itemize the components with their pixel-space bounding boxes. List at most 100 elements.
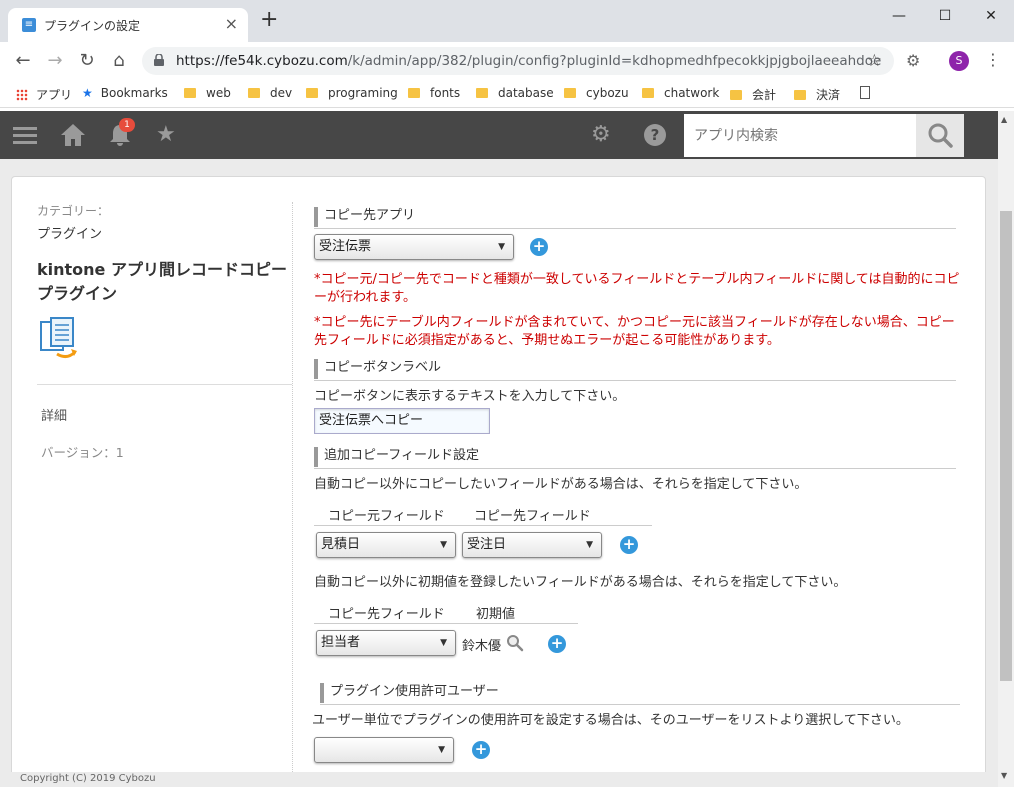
favorite-star-icon[interactable]: ★	[156, 123, 176, 147]
section-permission-title: プラグイン使用許可ユーザー	[320, 681, 960, 705]
search-button[interactable]	[916, 114, 964, 157]
dropdown-arrow-icon: ▼	[586, 540, 593, 550]
folder-icon	[730, 90, 742, 100]
column-target-field: コピー先フィールド	[474, 509, 591, 524]
browser-titlebar: ≡ プラグインの設定 × + — ☐ ✕	[0, 0, 1014, 42]
copyright-text: Copyright (C) 2019 Cybozu	[20, 773, 156, 784]
dropdown-arrow-icon: ▼	[498, 242, 505, 252]
app-search-input[interactable]	[684, 114, 916, 157]
apps-grid-icon	[16, 89, 28, 101]
category-value: プラグイン	[37, 227, 103, 242]
user-search-icon[interactable]	[506, 634, 524, 652]
bookmark-cybozu[interactable]: cybozu	[564, 86, 629, 100]
browser-menu-icon[interactable]: ⋮	[985, 50, 1001, 69]
notification-badge: 1	[119, 118, 135, 132]
plugin-settings-panel: カテゴリー： プラグイン kintone アプリ間レコードコピープラグイン 詳細…	[11, 176, 986, 776]
bookmarks-bar: アプリ ★ Bookmarks web dev programing fonts …	[0, 80, 1014, 108]
detail-link[interactable]: 詳細	[41, 405, 292, 424]
scroll-up-icon[interactable]: ▲	[1001, 115, 1007, 124]
warning-auto-copy: *コピー元/コピー先でコードと種類が一致しているフィールドとテーブル内フィールド…	[314, 272, 960, 305]
hamburger-menu-icon[interactable]	[13, 123, 37, 148]
back-arrow-icon[interactable]: ←	[12, 50, 34, 72]
new-tab-icon[interactable]: +	[260, 9, 278, 31]
bookmark-database[interactable]: database	[476, 86, 554, 100]
add-field-mapping-button[interactable]: +	[620, 536, 638, 554]
address-bar[interactable]: https://fe54k.cybozu.com/k/admin/app/382…	[142, 47, 894, 75]
tab-close-icon[interactable]: ×	[225, 14, 238, 33]
svg-text:?: ?	[651, 126, 660, 144]
reload-icon[interactable]: ↻	[76, 50, 98, 72]
page-scrollbar[interactable]: ▲ ▼	[998, 111, 1014, 787]
folder-icon	[564, 88, 576, 98]
add-initial-value-button[interactable]: +	[548, 635, 566, 653]
permission-description: ユーザー単位でプラグインの使用許可を設定する場合は、そのユーザーをリストより選択…	[312, 713, 909, 728]
profile-avatar[interactable]: S	[949, 51, 969, 71]
add-target-app-button[interactable]: +	[530, 238, 548, 256]
dropdown-arrow-icon: ▼	[438, 745, 445, 755]
initial-value-text: 鈴木優	[462, 639, 502, 654]
table-header-line	[314, 623, 578, 624]
bookmark-page[interactable]	[860, 86, 870, 100]
warning-required-field: *コピー先にテーブル内フィールドが含まれていて、かつコピー元に該当フィールドが存…	[314, 315, 955, 348]
page-footer: Copyright (C) 2019 Cybozu	[0, 772, 998, 787]
scroll-thumb[interactable]	[1000, 211, 1012, 681]
bookmark-kaikei[interactable]: 会計	[730, 86, 776, 103]
section-extra-fields-title: 追加コピーフィールド設定	[314, 445, 956, 469]
source-field-select[interactable]: 見積日 ▼	[316, 532, 456, 558]
target-field-select[interactable]: 受注日 ▼	[462, 532, 602, 558]
settings-gear-icon[interactable]: ⚙	[591, 123, 611, 147]
folder-icon	[408, 88, 420, 98]
column-initial-value: 初期値	[476, 607, 516, 622]
bookmark-apps[interactable]: アプリ	[16, 86, 72, 103]
initial-value-description: 自動コピー以外に初期値を登録したいフィールドがある場合は、それらを指定して下さい…	[314, 575, 847, 590]
dropdown-arrow-icon: ▼	[440, 540, 447, 550]
home-icon[interactable]	[60, 123, 86, 147]
target-field-select-2[interactable]: 担当者 ▼	[316, 630, 456, 656]
folder-icon	[306, 88, 318, 98]
extra-fields-description: 自動コピー以外にコピーしたいフィールドがある場合は、それらを指定して下さい。	[314, 477, 808, 492]
sidebar-divider	[37, 384, 292, 385]
browser-toolbar: ← → ↻ ⌂ https://fe54k.cybozu.com/k/admin…	[0, 42, 1014, 80]
bookmark-web[interactable]: web	[184, 86, 231, 100]
bookmark-dev[interactable]: dev	[248, 86, 292, 100]
minimize-icon[interactable]: —	[884, 4, 914, 28]
page-icon	[860, 86, 870, 99]
table-header-line	[314, 525, 652, 526]
bookmark-bookmarks[interactable]: ★ Bookmarks	[82, 86, 168, 100]
dropdown-arrow-icon: ▼	[440, 638, 447, 648]
button-label-description: コピーボタンに表示するテキストを入力して下さい。	[314, 389, 626, 404]
lock-icon	[154, 54, 164, 66]
forward-arrow-icon[interactable]: →	[44, 50, 66, 72]
version-label: バージョン：1	[41, 445, 124, 460]
column-source-field: コピー元フィールド	[328, 509, 445, 524]
bookmark-chatwork[interactable]: chatwork	[642, 86, 719, 100]
bookmark-programing[interactable]: programing	[306, 86, 398, 100]
star-icon: ★	[82, 86, 93, 100]
help-icon[interactable]: ?	[643, 123, 667, 147]
folder-icon	[184, 88, 196, 98]
bookmark-fonts[interactable]: fonts	[408, 86, 460, 100]
bookmark-kessai[interactable]: 決済	[794, 86, 840, 103]
folder-icon	[476, 88, 488, 98]
folder-icon	[248, 88, 260, 98]
maximize-icon[interactable]: ☐	[930, 4, 960, 28]
browser-tab[interactable]: ≡ プラグインの設定 ×	[8, 8, 248, 42]
bookmark-star-icon[interactable]: ☆	[867, 51, 882, 71]
extension-icon[interactable]: ⚙	[906, 51, 920, 70]
home-icon[interactable]: ⌂	[108, 50, 130, 72]
vertical-separator	[292, 202, 293, 772]
scroll-down-icon[interactable]: ▼	[1001, 771, 1007, 780]
plugin-sidebar: カテゴリー： プラグイン kintone アプリ間レコードコピープラグイン 詳細…	[37, 202, 292, 461]
app-search	[684, 114, 916, 157]
category-label: カテゴリー：	[37, 204, 110, 218]
tab-title: プラグインの設定	[44, 19, 141, 33]
search-icon	[928, 123, 953, 148]
permission-user-select[interactable]: ▼	[314, 737, 454, 763]
target-app-select[interactable]: 受注伝票 ▼	[314, 234, 514, 260]
tab-favicon-icon: ≡	[22, 18, 36, 32]
folder-icon	[794, 90, 806, 100]
add-permission-user-button[interactable]: +	[472, 741, 490, 759]
window-close-icon[interactable]: ✕	[976, 4, 1006, 28]
button-label-input[interactable]: 受注伝票へコピー	[314, 408, 490, 434]
section-target-app-title: コピー先アプリ	[314, 205, 956, 229]
